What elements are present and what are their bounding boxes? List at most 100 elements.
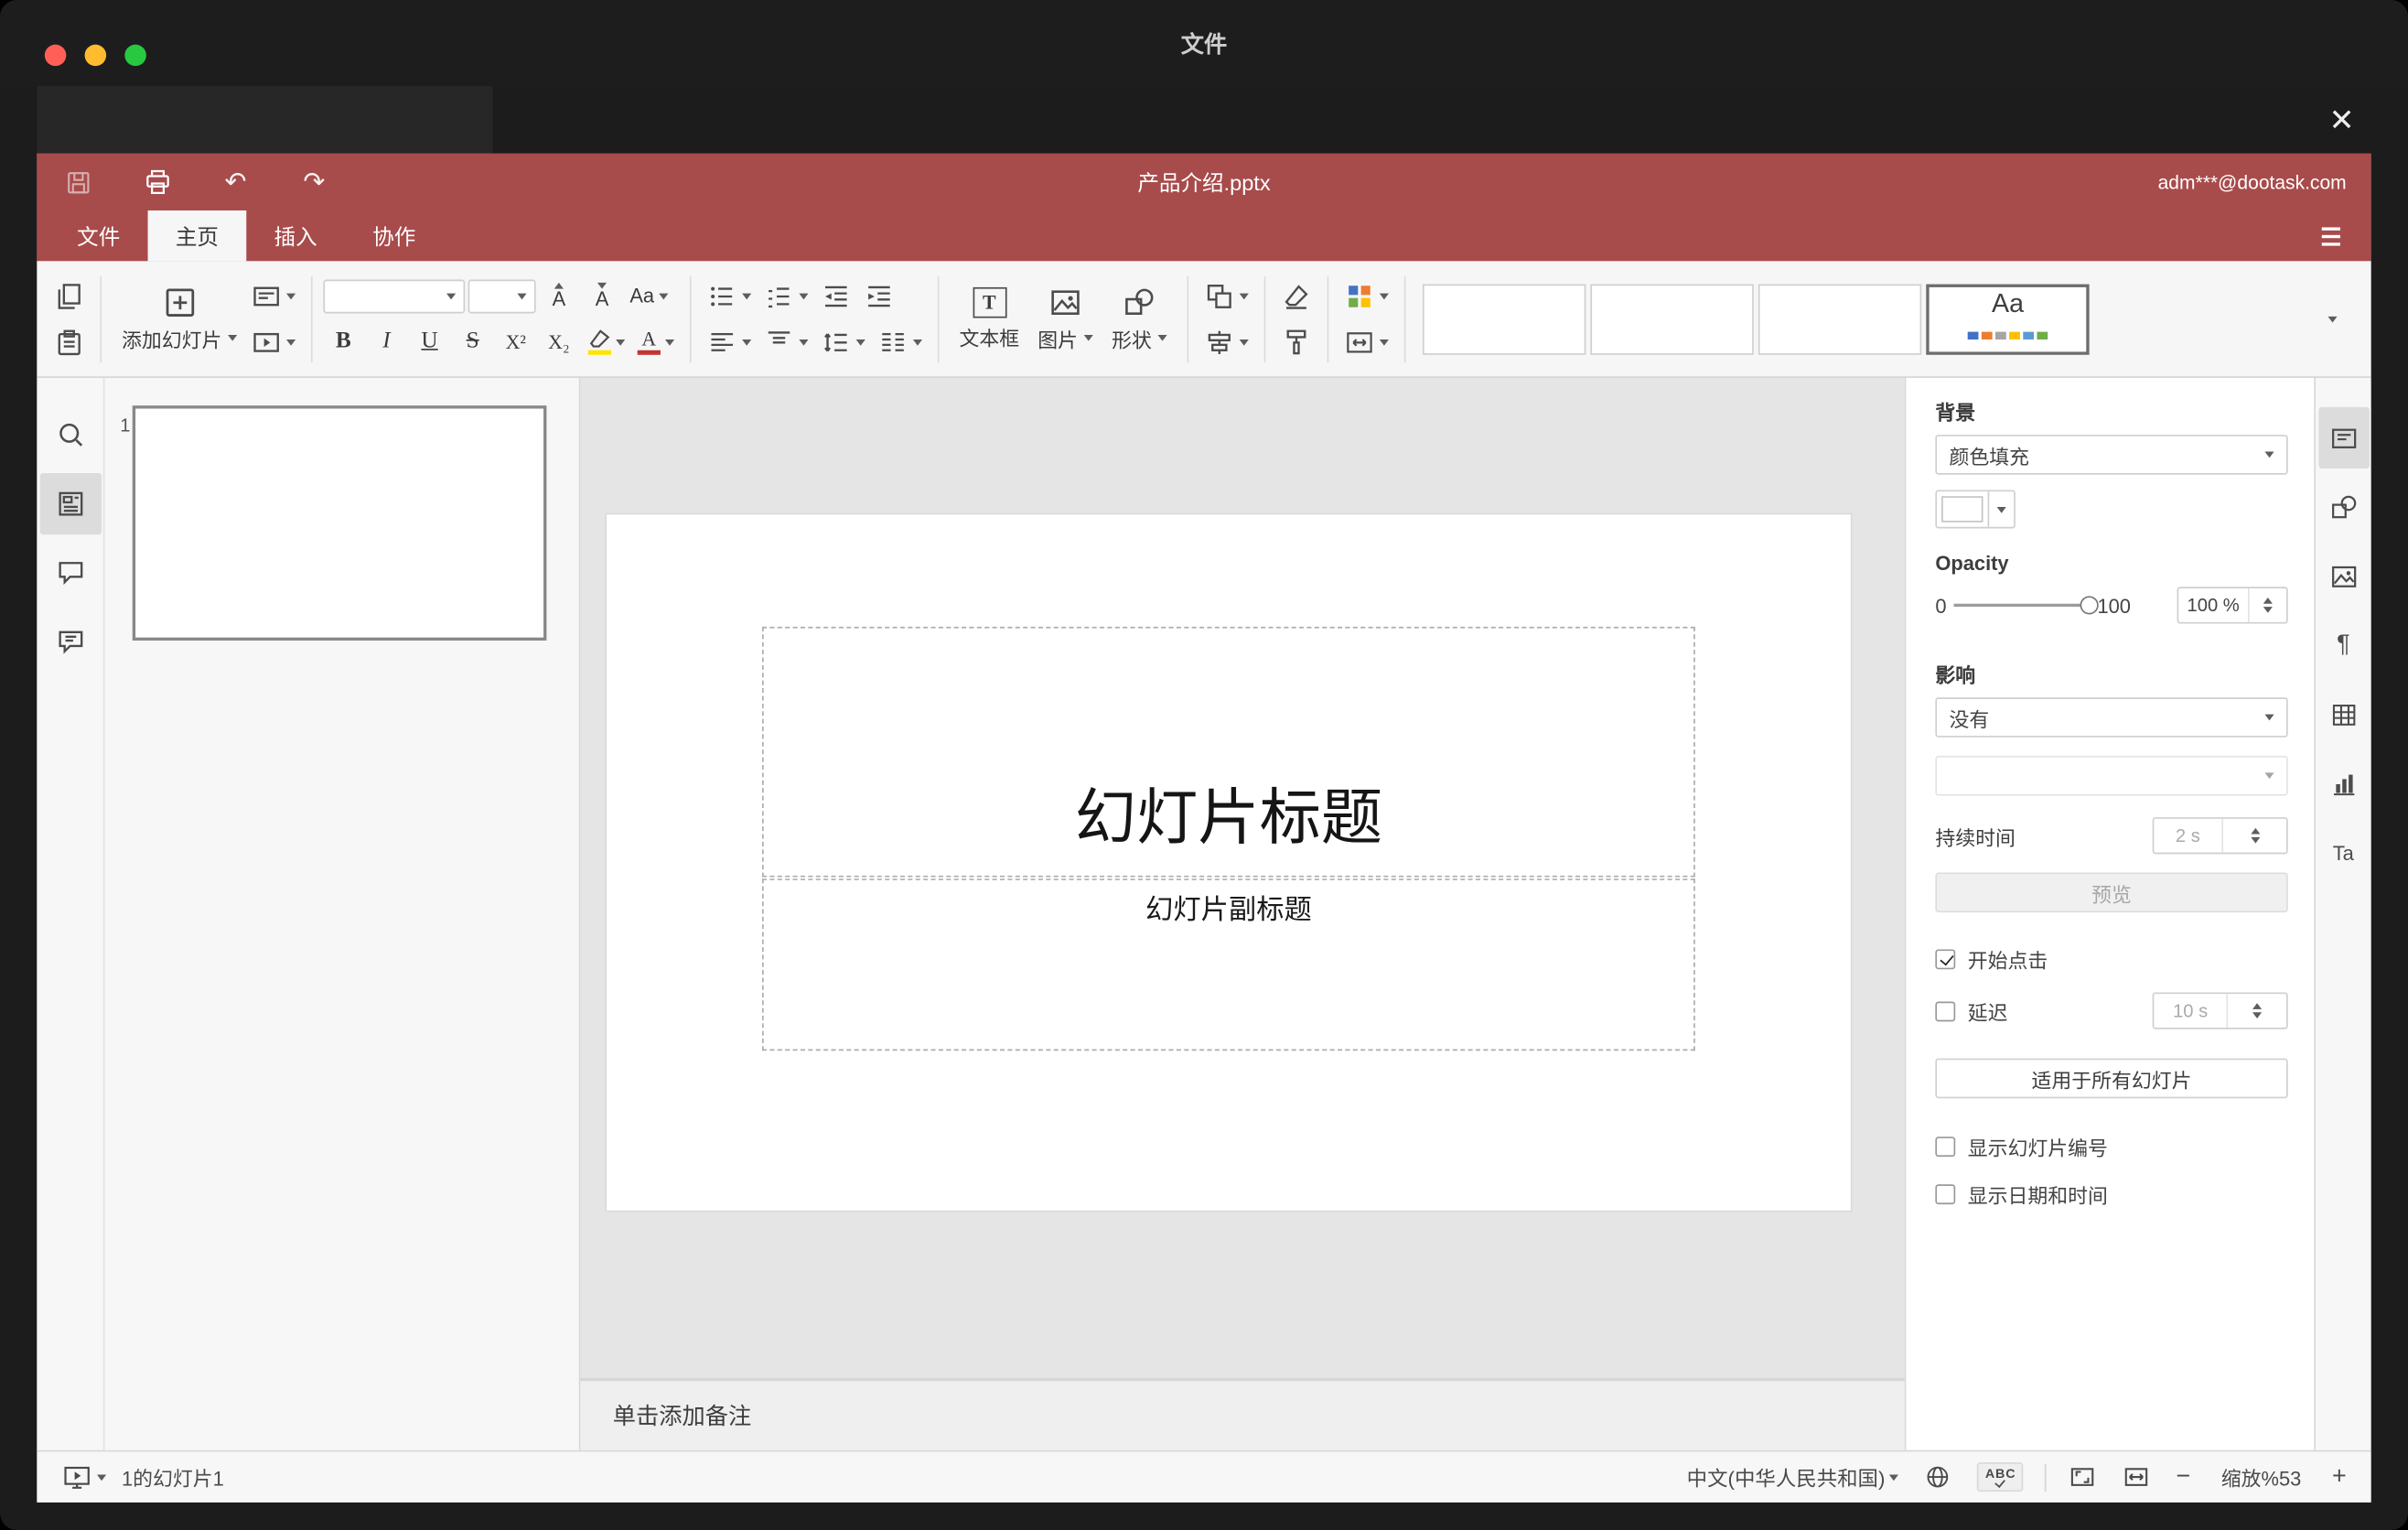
horizontal-align-button[interactable] xyxy=(702,322,756,362)
subscript-button[interactable]: X₂ xyxy=(539,322,579,362)
spinner-down-icon[interactable] xyxy=(2252,1012,2263,1018)
font-name-select[interactable] xyxy=(323,278,466,313)
title-placeholder[interactable]: 幻灯片标题 xyxy=(762,626,1695,878)
spinner-down-icon[interactable] xyxy=(2263,607,2273,613)
duration-spinner[interactable]: 2 s xyxy=(2152,817,2288,855)
spellcheck-button[interactable]: ABC xyxy=(1974,1459,2026,1495)
insert-image-button[interactable]: 图片 xyxy=(1028,275,1102,363)
opacity-spinner[interactable]: 100 % xyxy=(2177,587,2288,624)
textart-settings-button[interactable]: Ta xyxy=(2318,822,2370,883)
zoom-out-button[interactable]: − xyxy=(2173,1459,2193,1495)
copy-button[interactable] xyxy=(49,275,90,316)
table-icon xyxy=(2332,704,2355,726)
clear-style-button[interactable] xyxy=(1276,275,1317,316)
fit-to-width-button[interactable] xyxy=(2119,1459,2155,1495)
table-settings-button[interactable] xyxy=(2318,684,2370,745)
slide-1[interactable]: 幻灯片标题 幻灯片副标题 xyxy=(607,514,1851,1211)
decrease-indent-button[interactable] xyxy=(816,275,856,316)
columns-button[interactable] xyxy=(873,322,927,362)
save-button[interactable] xyxy=(61,165,95,199)
background-color-picker[interactable] xyxy=(1935,490,2016,529)
slides-panel-button[interactable] xyxy=(38,473,102,535)
highlight-color-button[interactable] xyxy=(582,322,629,362)
vertical-align-button[interactable] xyxy=(759,322,813,362)
italic-button[interactable]: I xyxy=(367,322,407,362)
font-color-button[interactable]: A xyxy=(633,322,679,362)
theme-option-3[interactable] xyxy=(1758,283,1922,354)
paragraph-settings-button[interactable]: ¶ xyxy=(2318,614,2370,675)
undo-button[interactable]: ↶ xyxy=(219,165,253,199)
menu-button[interactable] xyxy=(2313,220,2349,253)
comments-panel-button[interactable] xyxy=(39,543,101,604)
delay-spinner[interactable]: 10 s xyxy=(2152,992,2288,1029)
chart-settings-button[interactable] xyxy=(2318,753,2370,814)
tab-file[interactable]: 文件 xyxy=(49,210,148,261)
line-spacing-button[interactable] xyxy=(816,322,870,362)
close-editor-button[interactable]: ✕ xyxy=(2318,98,2364,144)
show-slide-number-checkbox[interactable]: 显示幻灯片编号 xyxy=(1935,1132,2287,1161)
copy-style-button[interactable] xyxy=(1276,322,1317,362)
tab-home[interactable]: 主页 xyxy=(147,210,247,262)
chat-panel-button[interactable] xyxy=(39,611,101,673)
strikeout-button[interactable]: S xyxy=(453,322,493,362)
image-settings-button[interactable] xyxy=(2318,545,2370,607)
start-on-click-checkbox[interactable]: 开始点击 xyxy=(1935,944,2287,974)
slide-thumbnail-1[interactable] xyxy=(132,405,547,641)
change-case-button[interactable]: Aa xyxy=(625,275,672,316)
spinner-up-icon[interactable] xyxy=(2263,598,2273,604)
document-language-button[interactable] xyxy=(1920,1459,1956,1495)
add-slide-button[interactable]: 添加幻灯片 xyxy=(113,275,246,363)
numbering-button[interactable] xyxy=(759,275,813,316)
effect-select[interactable]: 没有 xyxy=(1935,697,2288,738)
subtitle-placeholder[interactable]: 幻灯片副标题 xyxy=(762,878,1695,1051)
chevron-down-icon xyxy=(286,292,296,299)
increase-indent-button[interactable] xyxy=(859,275,899,316)
background-fill-select[interactable]: 颜色填充 xyxy=(1935,435,2288,475)
redo-button[interactable]: ↷ xyxy=(297,165,331,199)
slide-settings-button[interactable] xyxy=(2317,406,2370,469)
line-spacing-icon xyxy=(824,332,847,351)
notes-area[interactable]: 单击添加备注 xyxy=(580,1377,1905,1450)
delay-checkbox[interactable]: 延迟 xyxy=(1935,997,2007,1026)
spinner-down-icon[interactable] xyxy=(2250,836,2260,844)
text-box-button[interactable]: T 文本框 xyxy=(950,275,1028,363)
arrange-shape-button[interactable] xyxy=(1199,275,1253,316)
spinner-up-icon[interactable] xyxy=(2252,1003,2263,1009)
slider-knob[interactable] xyxy=(2080,596,2100,615)
spinner-up-icon[interactable] xyxy=(2250,827,2260,835)
bullets-button[interactable] xyxy=(702,275,756,316)
superscript-button[interactable]: X² xyxy=(496,322,536,362)
paste-button[interactable] xyxy=(49,322,90,362)
opacity-slider[interactable] xyxy=(1953,596,2100,615)
bold-button[interactable]: B xyxy=(323,322,363,362)
zoom-in-button[interactable]: + xyxy=(2329,1459,2349,1495)
slide-size-button[interactable] xyxy=(1339,322,1393,362)
print-button[interactable] xyxy=(140,165,174,199)
preview-button[interactable]: 预览 xyxy=(1935,872,2288,913)
search-panel-button[interactable] xyxy=(39,404,101,466)
theme-option-2[interactable] xyxy=(1590,283,1754,354)
theme-option-1[interactable] xyxy=(1423,283,1586,354)
font-size-select[interactable] xyxy=(468,278,536,313)
theme-option-selected[interactable]: Aa xyxy=(1926,283,2090,354)
color-scheme-button[interactable] xyxy=(1339,275,1393,316)
apply-to-all-slides-button[interactable]: 适用于所有幻灯片 xyxy=(1935,1058,2288,1099)
insert-shape-button[interactable]: 形状 xyxy=(1102,275,1177,363)
shape-settings-button[interactable] xyxy=(2318,476,2370,537)
start-slideshow-status-button[interactable] xyxy=(59,1459,110,1495)
increase-font-button[interactable]: A xyxy=(539,275,579,316)
tab-insert[interactable]: 插入 xyxy=(246,210,345,261)
theme-gallery-expand-button[interactable] xyxy=(2313,299,2353,339)
effect-type-select[interactable] xyxy=(1935,755,2288,796)
tab-collaboration[interactable]: 协作 xyxy=(345,210,444,261)
show-date-time-checkbox[interactable]: 显示日期和时间 xyxy=(1935,1180,2287,1209)
start-slideshow-button[interactable] xyxy=(246,322,300,362)
shape-settings-icon xyxy=(2331,494,2356,518)
fit-to-slide-button[interactable] xyxy=(2065,1459,2101,1495)
align-shape-button[interactable] xyxy=(1199,322,1253,362)
change-layout-button[interactable] xyxy=(246,275,300,316)
decrease-font-button[interactable]: A xyxy=(582,275,622,316)
underline-button[interactable]: U xyxy=(410,322,450,362)
chevron-down-icon xyxy=(446,292,457,299)
language-select[interactable]: 中文(中华人民共和国) xyxy=(1683,1459,1902,1495)
